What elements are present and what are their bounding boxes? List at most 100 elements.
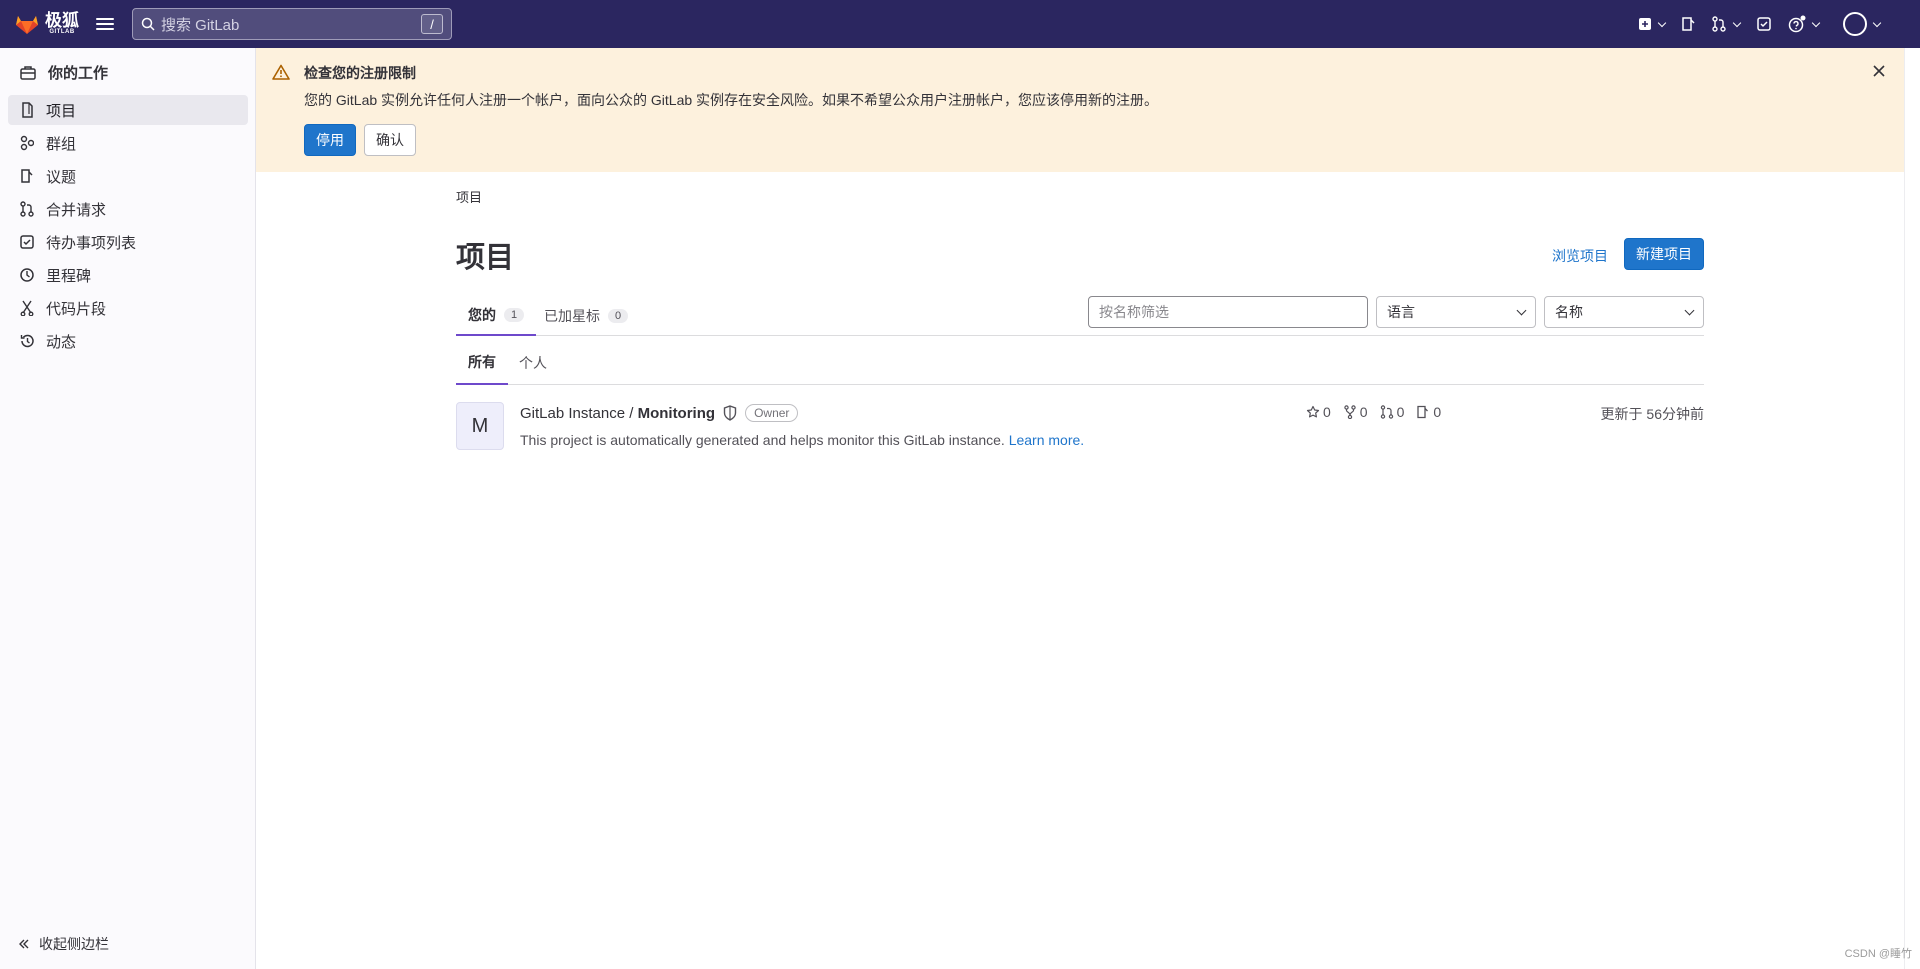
todo-icon (1757, 17, 1771, 31)
menu-icon[interactable] (96, 15, 114, 33)
new-project-label: 新建项目 (1636, 246, 1692, 262)
merge-request-icon (1712, 16, 1726, 32)
merge-requests-value: 0 (1396, 404, 1405, 420)
help-button[interactable] (1788, 12, 1821, 36)
tab-label: 已加星标 (544, 308, 600, 324)
sidebar-item-snippets[interactable]: 代码片段 (8, 293, 248, 323)
search-icon (141, 17, 155, 31)
filter-placeholder: 按名称筛选 (1099, 304, 1169, 320)
sidebar-item-merge-requests[interactable]: 合并请求 (8, 194, 248, 224)
sidebar-item-todos[interactable]: 待办事项列表 (8, 227, 248, 257)
page-title: 项目 (456, 242, 515, 274)
milestone-icon (20, 268, 34, 282)
tanuki-icon (16, 16, 38, 34)
role-badge: Owner (745, 404, 799, 422)
merge-requests-count[interactable]: 0 (1380, 404, 1405, 420)
search-shortcut-hint: / (421, 14, 443, 34)
sidebar-item-label: 代码片段 (46, 300, 107, 318)
chevron-down-icon (1516, 305, 1527, 315)
issues-button[interactable] (1681, 12, 1695, 36)
todo-icon (20, 235, 34, 249)
top-bar: 极狐 GITLAB 搜索 GitLab / (0, 0, 1920, 48)
alert-title: 检查您的注册限制 (304, 65, 416, 81)
logo-text: 极狐 GITLAB (45, 12, 79, 35)
project-link[interactable]: GitLab Instance / Monitoring (520, 405, 715, 422)
sidebar-item-label: 动态 (46, 333, 77, 351)
subtab-personal[interactable]: 个人 (519, 341, 547, 385)
stars-value: 0 (1323, 404, 1331, 420)
plus-square-icon (1639, 18, 1651, 30)
tab-count-badge: 1 (504, 308, 525, 322)
forks-value: 0 (1359, 404, 1368, 420)
logo-main-text: 极狐 (45, 10, 79, 30)
collapse-sidebar-label: 收起侧边栏 (39, 936, 109, 952)
help-icon (1788, 15, 1806, 33)
filter-by-name-input[interactable]: 按名称筛选 (1088, 296, 1368, 328)
project-description: This project is automatically generated … (520, 430, 1100, 451)
subtab-label: 所有 (468, 354, 496, 370)
sidebar-item-label: 待办事项列表 (46, 234, 137, 252)
issues-icon (1682, 17, 1695, 31)
language-dropdown-label: 语言 (1387, 304, 1415, 320)
acknowledge-label: 确认 (376, 132, 404, 148)
sidebar-item-milestones[interactable]: 里程碑 (8, 260, 248, 290)
shield-icon (723, 405, 737, 421)
project-avatar-letter: M (471, 414, 489, 437)
double-chevron-left-icon (19, 939, 29, 949)
scrollbar[interactable] (1904, 48, 1920, 969)
subtab-label: 个人 (519, 355, 547, 371)
tab-label: 您的 (468, 307, 496, 323)
updated-timestamp: 更新于 56分钟前 (1600, 406, 1704, 422)
chevron-down-icon (1684, 305, 1695, 315)
sidebar-item-label: 议题 (46, 168, 77, 186)
user-menu-button[interactable] (1843, 12, 1882, 36)
tab-yours[interactable]: 您的 1 (456, 296, 537, 336)
tab-starred[interactable]: 已加星标 0 (544, 296, 629, 336)
logo-sub-text: GITLAB (49, 28, 75, 35)
fork-icon (1344, 405, 1356, 419)
subtab-all[interactable]: 所有 (456, 341, 508, 385)
issues-count[interactable]: 0 (1416, 404, 1441, 420)
project-namespace: GitLab Instance / (520, 404, 638, 422)
alert-message: 您的 GitLab 实例允许任何人注册一个帐户，面向公众的 GitLab 实例存… (304, 92, 1159, 108)
sidebar-item-issues[interactable]: 议题 (8, 161, 248, 191)
issues-icon (1417, 405, 1429, 419)
warning-icon (272, 64, 290, 80)
project-avatar[interactable]: M (456, 402, 504, 450)
close-icon[interactable] (1872, 64, 1886, 78)
forks-count[interactable]: 0 (1343, 404, 1368, 420)
search-placeholder: 搜索 GitLab (161, 16, 240, 34)
registration-alert: 检查您的注册限制 您的 GitLab 实例允许任何人注册一个帐户，面向公众的 G… (256, 48, 1904, 172)
stars-count[interactable]: 0 (1306, 404, 1331, 420)
explore-projects-link[interactable]: 浏览项目 (1552, 246, 1608, 266)
learn-more-link[interactable]: Learn more. (1009, 432, 1084, 448)
list-item: M GitLab Instance / Monitoring Owner Thi… (456, 402, 1704, 482)
create-new-button[interactable] (1638, 12, 1667, 36)
sidebar-header: 你的工作 (20, 62, 108, 83)
acknowledge-button[interactable]: 确认 (364, 124, 416, 156)
todos-button[interactable] (1756, 12, 1772, 36)
sidebar-item-projects[interactable]: 项目 (8, 95, 248, 125)
sort-dropdown-label: 名称 (1555, 304, 1583, 320)
history-icon (20, 334, 34, 348)
merge-requests-button[interactable] (1711, 12, 1742, 36)
sidebar-header-label: 你的工作 (48, 65, 109, 82)
merge-request-icon (20, 201, 34, 217)
sidebar: 你的工作 项目 群组 议题 合并请求 待办事项列表 里程碑 代码片段 动态 收起… (0, 48, 256, 969)
sort-dropdown[interactable]: 名称 (1544, 296, 1704, 328)
sidebar-item-activity[interactable]: 动态 (8, 326, 248, 356)
disable-signup-button[interactable]: 停用 (304, 124, 356, 156)
sidebar-item-label: 项目 (46, 102, 77, 120)
group-icon (20, 135, 34, 151)
project-description-text: This project is automatically generated … (520, 432, 1009, 448)
sidebar-item-groups[interactable]: 群组 (8, 128, 248, 158)
search-input[interactable]: 搜索 GitLab / (132, 8, 452, 40)
new-project-button[interactable]: 新建项目 (1624, 238, 1704, 270)
issues-value: 0 (1433, 404, 1442, 420)
collapse-sidebar-button[interactable]: 收起侧边栏 (18, 934, 109, 954)
gitlab-logo[interactable]: 极狐 GITLAB (14, 10, 79, 36)
breadcrumb[interactable]: 项目 (456, 187, 482, 206)
avatar (1843, 12, 1867, 36)
language-dropdown[interactable]: 语言 (1376, 296, 1536, 328)
issues-icon (21, 169, 33, 183)
